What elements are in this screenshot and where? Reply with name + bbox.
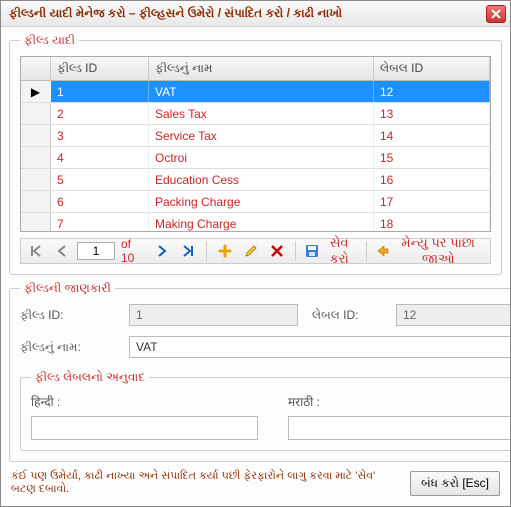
field-info-section: ફીલ્ડની જાણકારી ફીલ્ડ ID: લેબલ ID: ફીલ્ડ… xyxy=(9,281,510,462)
cell-id: 7 xyxy=(51,213,149,231)
field-name-input[interactable] xyxy=(129,336,510,358)
marathi-input[interactable] xyxy=(288,416,510,440)
cell-id: 2 xyxy=(51,103,149,124)
cell-id: 5 xyxy=(51,169,149,190)
window: ફીલ્ડની યાદી મેનેજ કરો – ફીલ્હસને ઉમેરો … xyxy=(0,0,511,507)
window-close-button[interactable] xyxy=(486,5,506,23)
cell-label-id: 15 xyxy=(374,147,490,168)
grid-header-label-id[interactable]: લેબલ ID xyxy=(374,57,490,80)
separator xyxy=(366,241,367,261)
page-of-text: of 10 xyxy=(119,237,147,265)
next-page-button[interactable] xyxy=(151,241,173,261)
first-page-button[interactable] xyxy=(25,241,47,261)
table-row[interactable]: 3Service Tax14 xyxy=(21,125,490,147)
row-marker xyxy=(21,191,51,212)
edit-button[interactable] xyxy=(240,241,262,261)
close-button[interactable]: બંધ કરો [Esc] xyxy=(410,471,500,496)
save-button-label: સેવ કરો xyxy=(322,235,357,267)
table-row[interactable]: 7Making Charge18 xyxy=(21,213,490,231)
delete-button[interactable] xyxy=(266,241,288,261)
cell-name: Octroi xyxy=(149,147,374,168)
window-title: ફીલ્ડની યાદી મેનેજ કરો – ફીલ્હસને ઉમેરો … xyxy=(9,6,486,21)
back-arrow-icon xyxy=(375,244,389,258)
grid-header: ફીલ્ડ ID ફીલ્ડનું નામ લેબલ ID xyxy=(21,57,490,81)
table-row[interactable]: ▶1VAT12 xyxy=(21,81,490,103)
cell-label-id: 14 xyxy=(374,125,490,146)
cell-label-id: 13 xyxy=(374,103,490,124)
field-list-legend: ફીલ્ડ યાદી xyxy=(20,33,79,48)
add-button[interactable] xyxy=(214,241,236,261)
hindi-label: हिन्दी : xyxy=(31,393,258,410)
footer-note: કંઈ પણ ઉમેર્યા, કાઢી નાખ્યા અને સંપાદિત … xyxy=(11,470,402,496)
separator xyxy=(295,241,296,261)
hindi-input[interactable] xyxy=(31,416,258,440)
cell-label-id: 16 xyxy=(374,169,490,190)
back-to-menu-button[interactable]: મેન્યુ પર પાછા જાઓ xyxy=(373,241,486,261)
marathi-label: मराठी : xyxy=(288,393,510,410)
cell-label-id: 17 xyxy=(374,191,490,212)
row-marker xyxy=(21,147,51,168)
field-name-label: ફીલ્ડનું નામ: xyxy=(20,340,115,355)
separator xyxy=(206,241,207,261)
cell-id: 4 xyxy=(51,147,149,168)
table-row[interactable]: 4Octroi15 xyxy=(21,147,490,169)
grid-header-marker xyxy=(21,57,51,80)
back-button-label: મેન્યુ પર પાછા જાઓ xyxy=(392,235,484,267)
label-id-input xyxy=(396,304,510,326)
titlebar: ફીલ્ડની યાદી મેનેજ કરો – ફીલ્હસને ઉમેરો … xyxy=(1,1,510,27)
translation-legend: ફીલ્ડ લેબલનો અનુવાદ xyxy=(31,370,149,385)
row-marker xyxy=(21,125,51,146)
cell-name: Service Tax xyxy=(149,125,374,146)
row-marker xyxy=(21,213,51,231)
field-id-input xyxy=(129,304,298,326)
cell-label-id: 18 xyxy=(374,213,490,231)
cell-id: 6 xyxy=(51,191,149,212)
cell-name: Sales Tax xyxy=(149,103,374,124)
grid-header-name[interactable]: ફીલ્ડનું નામ xyxy=(149,57,374,80)
page-input[interactable] xyxy=(77,242,115,260)
cell-name: Packing Charge xyxy=(149,191,374,212)
cell-name: Making Charge xyxy=(149,213,374,231)
field-id-label: ફીલ્ડ ID: xyxy=(20,308,115,323)
row-marker xyxy=(21,169,51,190)
field-info-legend: ફીલ્ડની જાણકારી xyxy=(20,281,115,296)
cell-name: VAT xyxy=(149,81,374,102)
cell-id: 3 xyxy=(51,125,149,146)
field-list-section: ફીલ્ડ યાદી ફીલ્ડ ID ફીલ્ડનું નામ લેબલ ID… xyxy=(9,33,502,275)
row-marker xyxy=(21,103,51,124)
grid-toolbar: of 10 xyxy=(20,238,491,264)
last-page-button[interactable] xyxy=(177,241,199,261)
table-row[interactable]: 6Packing Charge17 xyxy=(21,191,490,213)
cell-label-id: 12 xyxy=(374,81,490,102)
cell-name: Education Cess xyxy=(149,169,374,190)
translation-section: ફીલ્ડ લેબલનો અનુવાદ हिन्दी : मराठी : xyxy=(20,370,510,451)
grid-body[interactable]: ▶1VAT122Sales Tax133Service Tax144Octroi… xyxy=(21,81,490,231)
row-marker: ▶ xyxy=(21,81,51,102)
table-row[interactable]: 2Sales Tax13 xyxy=(21,103,490,125)
footer-bar: કંઈ પણ ઉમેર્યા, કાઢી નાખ્યા અને સંપાદિત … xyxy=(9,468,502,498)
grid-header-id[interactable]: ફીલ્ડ ID xyxy=(51,57,149,80)
table-row[interactable]: 5Education Cess16 xyxy=(21,169,490,191)
grid: ફીલ્ડ ID ફીલ્ડનું નામ લેબલ ID ▶1VAT122Sa… xyxy=(20,56,491,232)
save-button[interactable]: સેવ કરો xyxy=(303,241,359,261)
label-id-label: લેબલ ID: xyxy=(312,308,382,323)
prev-page-button[interactable] xyxy=(51,241,73,261)
cell-id: 1 xyxy=(51,81,149,102)
save-icon xyxy=(305,244,319,258)
